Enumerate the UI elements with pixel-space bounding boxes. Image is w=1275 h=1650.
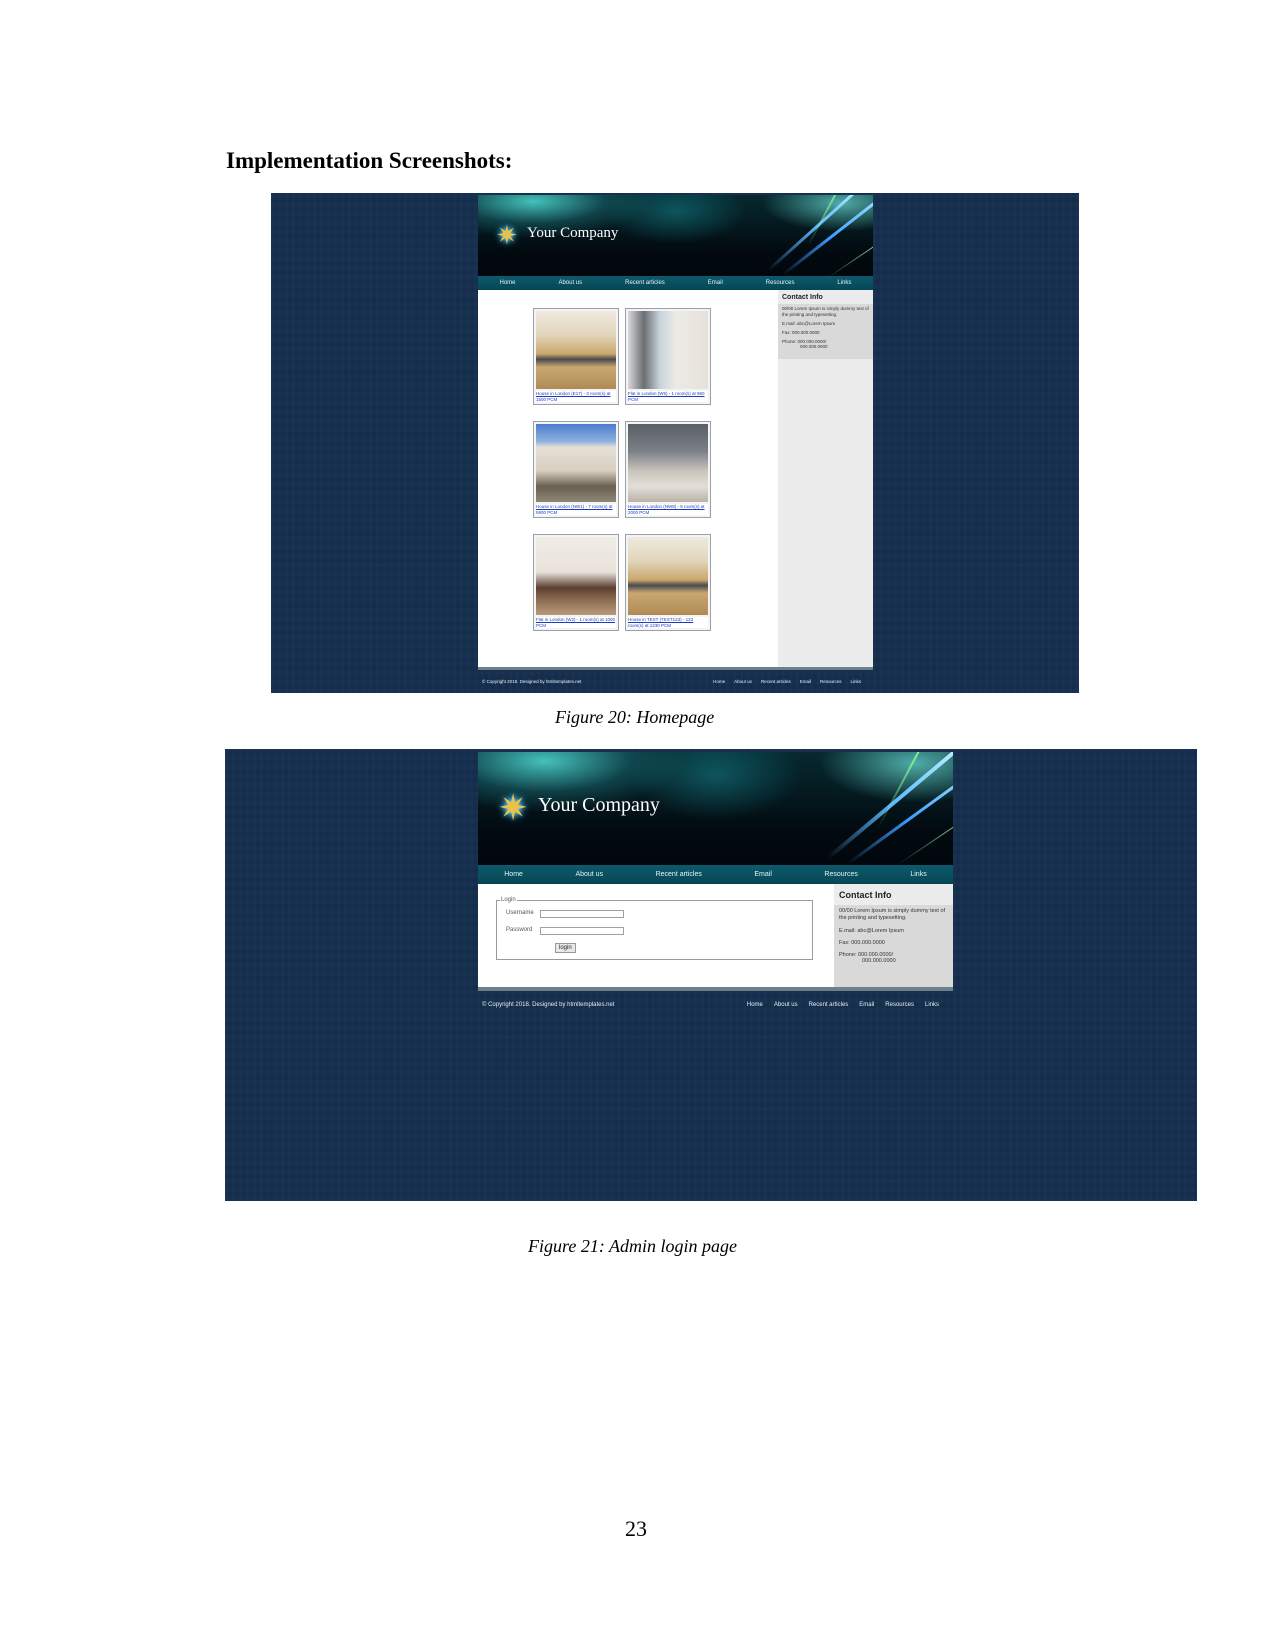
- copyright-text: © Copyright 2018. Designed by htmltempla…: [482, 1002, 615, 1008]
- contact-info-box: Contact Info 00/00 Lorem Ipsum is simply…: [834, 884, 953, 987]
- kitchen-living-room-photo: [536, 311, 616, 389]
- page-number: 23: [625, 1516, 647, 1541]
- listing-card[interactable]: Flat in London (W5) - 1 room(s) at 950 P…: [625, 308, 711, 405]
- contact-description: 00/00 Lorem Ipsum is simply dummy text o…: [839, 908, 946, 921]
- contact-email: E.mail: abc@Lorem Ipsum: [782, 321, 836, 326]
- contact-email: E.mail: abc@Lorem Ipsum: [839, 928, 904, 934]
- nav-links[interactable]: Links: [910, 871, 926, 878]
- password-input[interactable]: [540, 927, 624, 935]
- open-plan-lounge-photo: [628, 424, 708, 502]
- footer-link-recent-articles[interactable]: Recent articles: [809, 1002, 849, 1008]
- listing-caption[interactable]: House in London (E17) - 3 room(s) at 150…: [536, 391, 616, 402]
- copyright-text: © Copyright 2018. Designed by htmltempla…: [482, 678, 582, 684]
- contact-description: 00/00 Lorem Ipsum is simply dummy text o…: [782, 306, 869, 317]
- password-label: Password: [506, 927, 533, 933]
- listing-card[interactable]: House in London (NW8) - 5 room(s) at 200…: [625, 421, 711, 518]
- bright-flat-window-photo: [628, 311, 708, 389]
- username-label: Username: [506, 910, 534, 916]
- contact-phone-2: 000.000.0000: [862, 958, 896, 964]
- nav-about[interactable]: About us: [558, 280, 582, 286]
- sidebar: Contact Info 00/00 Lorem Ipsum is simply…: [834, 884, 953, 987]
- listing-caption[interactable]: House in London (NW8) - 5 room(s) at 200…: [628, 504, 708, 515]
- homepage-screenshot: ✷ Your Company Home About us Recent arti…: [271, 193, 1079, 693]
- footer-link-links[interactable]: Links: [925, 1002, 939, 1008]
- login-site: ✷ Your Company Home About us Recent arti…: [478, 752, 953, 1022]
- listing-card[interactable]: House in London (NW1) - 7 room(s) at 580…: [533, 421, 619, 518]
- sidebar: Contact Info 00/00 Lorem Ipsum is simply…: [778, 290, 873, 667]
- nav-about[interactable]: About us: [575, 871, 603, 878]
- nav-recent-articles[interactable]: Recent articles: [625, 280, 665, 286]
- listing-card[interactable]: House in TEST (TEST123) - 123 room(s) at…: [625, 534, 711, 631]
- header-banner: ✷ Your Company: [478, 752, 953, 865]
- nav-resources[interactable]: Resources: [766, 280, 795, 286]
- brand-name: Your Company: [527, 225, 619, 241]
- georgian-building-photo: [536, 424, 616, 502]
- header-banner: ✷ Your Company: [478, 195, 873, 276]
- starburst-logo-icon: ✷: [496, 220, 518, 250]
- admin-login-screenshot: ✷ Your Company Home About us Recent arti…: [225, 749, 1197, 1201]
- starburst-logo-icon: ✷: [498, 787, 529, 828]
- main-content: House in London (E17) - 3 room(s) at 150…: [478, 290, 873, 667]
- contact-fax: Fax: 000.000.0000: [839, 940, 885, 946]
- footer-link-email[interactable]: Email: [800, 679, 811, 684]
- footer-divider: [478, 987, 953, 991]
- nav-email[interactable]: Email: [754, 871, 772, 878]
- section-heading: Implementation Screenshots:: [226, 148, 513, 173]
- footer-divider: [478, 667, 873, 670]
- username-input[interactable]: [540, 910, 624, 918]
- contact-phone-2: 000.000.0000: [800, 344, 828, 349]
- footer-link-home[interactable]: Home: [747, 1002, 763, 1008]
- site-footer: © Copyright 2018. Designed by htmltempla…: [478, 675, 873, 687]
- contact-phone: Phone: 000.000.0000/: [782, 339, 827, 344]
- nav-home[interactable]: Home: [499, 280, 515, 286]
- listing-caption[interactable]: Flat in London (W2) - 1 room(s) at 1000 …: [536, 617, 616, 628]
- footer-link-resources[interactable]: Resources: [820, 679, 842, 684]
- listing-card[interactable]: House in London (E17) - 3 room(s) at 150…: [533, 308, 619, 405]
- listing-caption[interactable]: House in TEST (TEST123) - 123 room(s) at…: [628, 617, 708, 628]
- kitchen-living-room-photo: [628, 537, 708, 615]
- footer-link-about[interactable]: About us: [734, 679, 752, 684]
- site-footer: © Copyright 2018. Designed by htmltempla…: [478, 998, 953, 1012]
- main-content: Login Username Password login Contact In…: [478, 884, 953, 987]
- contact-info-title: Contact Info: [834, 884, 953, 905]
- figure-20-caption: Figure 20: Homepage: [555, 707, 715, 727]
- main-nav: Home About us Recent articles Email Reso…: [478, 276, 873, 290]
- contact-phone: Phone: 000.000.0000/: [839, 952, 894, 958]
- figure-21-caption: Figure 21: Admin login page: [528, 1236, 737, 1256]
- footer-link-links[interactable]: Links: [850, 679, 861, 684]
- footer-link-recent-articles[interactable]: Recent articles: [761, 679, 791, 684]
- contact-info-title: Contact Info: [778, 290, 873, 304]
- nav-resources[interactable]: Resources: [824, 871, 857, 878]
- nav-home[interactable]: Home: [504, 871, 523, 878]
- footer-link-email[interactable]: Email: [859, 1002, 874, 1008]
- listing-caption[interactable]: Flat in London (W5) - 1 room(s) at 950 P…: [628, 391, 708, 402]
- brand-name: Your Company: [538, 794, 660, 816]
- login-legend: Login: [501, 897, 516, 903]
- footer-link-home[interactable]: Home: [713, 679, 725, 684]
- contact-fax: Fax: 000.000.0000: [782, 330, 820, 335]
- listing-caption[interactable]: House in London (NW1) - 7 room(s) at 580…: [536, 504, 616, 515]
- homepage-site: ✷ Your Company Home About us Recent arti…: [478, 195, 873, 693]
- nav-email[interactable]: Email: [708, 280, 723, 286]
- footer-link-about[interactable]: About us: [774, 1002, 798, 1008]
- living-room-sofa-photo: [536, 537, 616, 615]
- nav-links[interactable]: Links: [837, 280, 851, 286]
- listing-card[interactable]: Flat in London (W2) - 1 room(s) at 1000 …: [533, 534, 619, 631]
- contact-info-box: Contact Info 00/00 Lorem Ipsum is simply…: [778, 290, 873, 359]
- nav-recent-articles[interactable]: Recent articles: [656, 871, 702, 878]
- main-nav: Home About us Recent articles Email Reso…: [478, 865, 953, 884]
- footer-link-resources[interactable]: Resources: [885, 1002, 914, 1008]
- login-button[interactable]: login: [555, 943, 576, 953]
